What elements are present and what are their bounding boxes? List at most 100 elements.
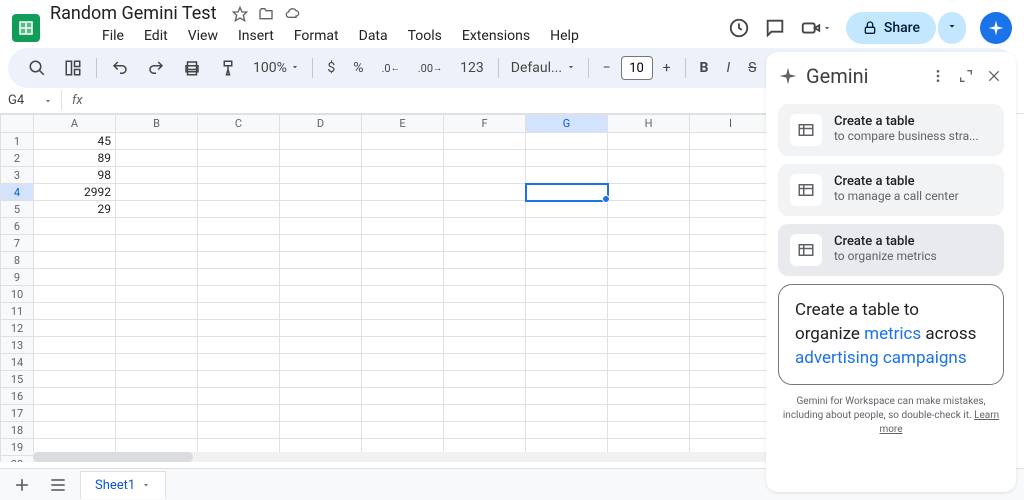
cell-H5[interactable] xyxy=(608,201,690,218)
cell-A12[interactable] xyxy=(34,320,116,337)
cell-H17[interactable] xyxy=(608,405,690,422)
cell-E12[interactable] xyxy=(362,320,444,337)
cell-E3[interactable] xyxy=(362,167,444,184)
cell-H15[interactable] xyxy=(608,371,690,388)
cell-D13[interactable] xyxy=(280,337,362,354)
cell-D10[interactable] xyxy=(280,286,362,303)
cell-F5[interactable] xyxy=(444,201,526,218)
cell-B14[interactable] xyxy=(116,354,198,371)
cell-G9[interactable] xyxy=(526,269,608,286)
cell-D15[interactable] xyxy=(280,371,362,388)
cell-C12[interactable] xyxy=(198,320,280,337)
cell-I10[interactable] xyxy=(690,286,772,303)
increase-font-icon[interactable]: + xyxy=(655,54,679,82)
cell-B6[interactable] xyxy=(116,218,198,235)
cell-H7[interactable] xyxy=(608,235,690,252)
cell-C15[interactable] xyxy=(198,371,280,388)
cell-D4[interactable] xyxy=(280,184,362,201)
suggestion-card[interactable]: Create a tableto organize metrics xyxy=(778,224,1004,276)
zoom-select[interactable]: 100% xyxy=(247,56,306,80)
cell-B11[interactable] xyxy=(116,303,198,320)
cell-C18[interactable] xyxy=(198,422,280,439)
spreadsheet-grid[interactable]: ABCDEFGHI1452893984299252967891011121314… xyxy=(0,114,772,462)
cell-A15[interactable] xyxy=(34,371,116,388)
cell-G7[interactable] xyxy=(526,235,608,252)
cell-D8[interactable] xyxy=(280,252,362,269)
share-button[interactable]: Share xyxy=(846,12,936,44)
cell-D9[interactable] xyxy=(280,269,362,286)
cell-F2[interactable] xyxy=(444,150,526,167)
cell-E17[interactable] xyxy=(362,405,444,422)
cell-B2[interactable] xyxy=(116,150,198,167)
cell-H13[interactable] xyxy=(608,337,690,354)
document-title[interactable]: Random Gemini Test xyxy=(50,3,216,24)
sheet-tab[interactable]: Sheet1 xyxy=(80,471,166,499)
cell-H16[interactable] xyxy=(608,388,690,405)
redo-icon[interactable] xyxy=(139,53,173,83)
cell-I11[interactable] xyxy=(690,303,772,320)
cell-E16[interactable] xyxy=(362,388,444,405)
cell-E7[interactable] xyxy=(362,235,444,252)
decrease-decimal-button[interactable]: .0← xyxy=(373,56,407,81)
cell-I7[interactable] xyxy=(690,235,772,252)
cell-C16[interactable] xyxy=(198,388,280,405)
cell-C17[interactable] xyxy=(198,405,280,422)
print-icon[interactable] xyxy=(175,53,209,83)
cloud-status-icon[interactable] xyxy=(284,6,300,22)
cell-C8[interactable] xyxy=(198,252,280,269)
cell-E15[interactable] xyxy=(362,371,444,388)
paint-format-icon[interactable] xyxy=(211,53,245,83)
increase-decimal-button[interactable]: .00→ xyxy=(410,56,450,81)
menu-edit[interactable]: Edit xyxy=(136,24,176,48)
history-icon[interactable] xyxy=(728,17,750,39)
cell-G10[interactable] xyxy=(526,286,608,303)
cell-B12[interactable] xyxy=(116,320,198,337)
cell-D2[interactable] xyxy=(280,150,362,167)
cell-A1[interactable]: 45 xyxy=(34,133,116,150)
cell-A5[interactable]: 29 xyxy=(34,201,116,218)
cell-C10[interactable] xyxy=(198,286,280,303)
cell-D14[interactable] xyxy=(280,354,362,371)
cell-H9[interactable] xyxy=(608,269,690,286)
cell-E14[interactable] xyxy=(362,354,444,371)
cell-B15[interactable] xyxy=(116,371,198,388)
cell-B4[interactable] xyxy=(116,184,198,201)
bold-button[interactable]: B xyxy=(692,54,717,82)
cell-B3[interactable] xyxy=(116,167,198,184)
cell-G3[interactable] xyxy=(526,167,608,184)
cell-F11[interactable] xyxy=(444,303,526,320)
cell-F18[interactable] xyxy=(444,422,526,439)
cell-A6[interactable] xyxy=(34,218,116,235)
add-sheet-button[interactable] xyxy=(8,471,36,499)
cell-D12[interactable] xyxy=(280,320,362,337)
decrease-font-icon[interactable]: − xyxy=(595,54,619,82)
cell-H4[interactable] xyxy=(608,184,690,201)
cell-C4[interactable] xyxy=(198,184,280,201)
cell-I13[interactable] xyxy=(690,337,772,354)
font-size-input[interactable]: 10 xyxy=(621,56,653,80)
sheets-logo[interactable] xyxy=(12,14,40,42)
cell-G18[interactable] xyxy=(526,422,608,439)
cell-B16[interactable] xyxy=(116,388,198,405)
cell-D3[interactable] xyxy=(280,167,362,184)
toolbar-menu-icon[interactable] xyxy=(56,53,90,83)
cell-I17[interactable] xyxy=(690,405,772,422)
cell-F14[interactable] xyxy=(444,354,526,371)
cell-I16[interactable] xyxy=(690,388,772,405)
cell-A11[interactable] xyxy=(34,303,116,320)
cell-A9[interactable] xyxy=(34,269,116,286)
cell-I15[interactable] xyxy=(690,371,772,388)
cell-C3[interactable] xyxy=(198,167,280,184)
cell-C7[interactable] xyxy=(198,235,280,252)
percent-button[interactable]: % xyxy=(345,54,371,82)
cell-C2[interactable] xyxy=(198,150,280,167)
cell-A13[interactable] xyxy=(34,337,116,354)
gemini-expand-icon[interactable] xyxy=(956,66,976,86)
cell-E10[interactable] xyxy=(362,286,444,303)
cell-D16[interactable] xyxy=(280,388,362,405)
share-dropdown[interactable] xyxy=(938,12,966,44)
cell-C6[interactable] xyxy=(198,218,280,235)
cell-A8[interactable] xyxy=(34,252,116,269)
undo-icon[interactable] xyxy=(103,53,137,83)
cell-D11[interactable] xyxy=(280,303,362,320)
